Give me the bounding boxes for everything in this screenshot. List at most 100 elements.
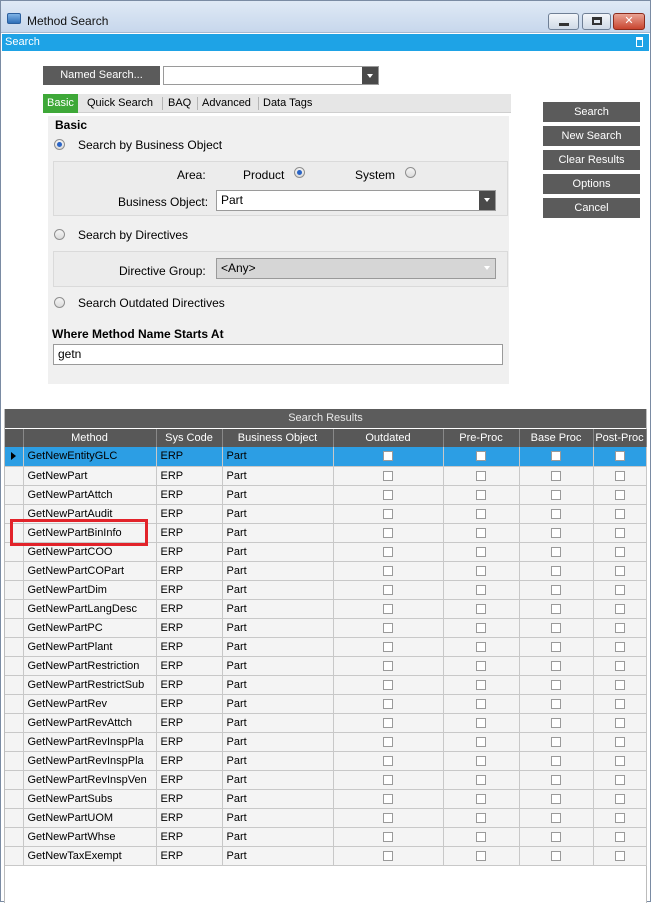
post-proc-checkbox[interactable] [614,774,625,785]
method-cell[interactable]: GetNewPartCOPart [23,561,157,581]
sys-code-cell[interactable]: ERP [156,713,223,733]
sys-code-cell[interactable]: ERP [156,637,223,657]
sys-code-cell[interactable]: ERP [156,542,223,562]
base-proc-checkbox[interactable] [551,565,561,576]
base-proc-checkbox[interactable] [551,489,561,500]
outdated-checkbox[interactable] [383,679,393,690]
sys-code-cell[interactable]: ERP [156,808,223,828]
directive-group-combo[interactable]: <Any> [216,258,496,279]
table-row[interactable]: GetNewPartRestriction ERP Part [5,656,647,676]
method-cell[interactable]: GetNewPartLangDesc [23,599,157,619]
outdated-checkbox[interactable] [383,565,393,576]
column-header-pre-proc[interactable]: Pre-Proc [443,429,520,447]
tab-basic[interactable]: Basic [43,94,78,113]
outdated-checkbox[interactable] [383,470,393,481]
base-proc-checkbox[interactable] [551,660,561,671]
business-object-combo[interactable]: Part [216,190,496,211]
method-cell[interactable]: GetNewPartUOM [23,808,157,828]
sys-code-cell[interactable]: ERP [156,618,223,638]
table-row[interactable]: GetNewPartRestrictSub ERP Part [5,675,647,695]
chevron-down-icon[interactable] [479,259,495,278]
maximize-button[interactable] [582,13,611,30]
outdated-checkbox[interactable] [383,546,393,557]
business-object-cell[interactable]: Part [222,599,334,619]
table-row[interactable]: GetNewPart ERP Part [5,466,647,486]
table-row[interactable]: GetNewPartRevInspPla ERP Part [5,751,647,771]
method-cell[interactable]: GetNewPartRestriction [23,656,157,676]
base-proc-checkbox[interactable] [551,717,561,728]
base-proc-checkbox[interactable] [551,736,561,747]
options-button[interactable]: Options [543,174,640,194]
tab-advanced[interactable]: Advanced [198,94,255,113]
table-row[interactable]: GetNewPartRevInspVen ERP Part [5,770,647,790]
business-object-cell[interactable]: Part [222,770,334,790]
method-cell[interactable]: GetNewPartRestrictSub [23,675,157,695]
post-proc-checkbox[interactable] [614,527,625,538]
outdated-checkbox[interactable] [383,622,393,633]
base-proc-checkbox[interactable] [551,641,561,652]
tab-quick-search[interactable]: Quick Search [83,94,157,113]
area-system-radio[interactable] [405,167,416,178]
business-object-cell[interactable]: Part [222,637,334,657]
pre-proc-checkbox[interactable] [476,527,486,538]
business-object-cell[interactable]: Part [222,523,334,543]
row-selector[interactable] [5,846,24,866]
outdated-checkbox[interactable] [383,660,393,671]
post-proc-checkbox[interactable] [614,793,625,804]
outdated-checkbox[interactable] [383,831,393,842]
post-proc-checkbox[interactable] [614,489,625,500]
post-proc-checkbox[interactable] [614,470,625,481]
minimize-button[interactable] [548,13,579,30]
row-selector[interactable] [5,561,24,581]
post-proc-checkbox[interactable] [614,641,625,652]
column-header-business-object[interactable]: Business Object [222,429,334,447]
tab-data-tags[interactable]: Data Tags [259,94,316,113]
post-proc-checkbox[interactable] [614,546,625,557]
row-selector[interactable] [5,827,24,847]
row-selector[interactable] [5,751,24,771]
row-selector[interactable] [5,637,24,657]
row-selector[interactable] [5,675,24,695]
outdated-checkbox[interactable] [383,584,393,595]
outdated-checkbox[interactable] [383,698,393,709]
sys-code-cell[interactable]: ERP [156,694,223,714]
outdated-checkbox[interactable] [383,850,393,861]
chevron-down-icon[interactable] [362,67,378,84]
tab-baq[interactable]: BAQ [164,94,195,113]
base-proc-checkbox[interactable] [551,508,561,519]
business-object-cell[interactable]: Part [222,466,334,486]
table-row[interactable]: GetNewPartRevAttch ERP Part [5,713,647,733]
business-object-cell[interactable]: Part [222,542,334,562]
pre-proc-checkbox[interactable] [476,603,486,614]
sys-code-cell[interactable]: ERP [156,675,223,695]
method-cell[interactable]: GetNewPartPlant [23,637,157,657]
pre-proc-checkbox[interactable] [476,584,486,595]
business-object-cell[interactable]: Part [222,447,334,467]
sys-code-cell[interactable]: ERP [156,770,223,790]
pre-proc-checkbox[interactable] [476,489,486,500]
post-proc-checkbox[interactable] [614,850,625,861]
outdated-checkbox[interactable] [383,793,393,804]
column-header-outdated[interactable]: Outdated [333,429,444,447]
search-by-directives-radio[interactable] [54,229,65,240]
outdated-checkbox[interactable] [383,451,393,462]
business-object-cell[interactable]: Part [222,485,334,505]
business-object-cell[interactable]: Part [222,751,334,771]
outdated-checkbox[interactable] [383,755,393,766]
post-proc-checkbox[interactable] [614,679,625,690]
pre-proc-checkbox[interactable] [476,660,486,671]
sys-code-cell[interactable]: ERP [156,485,223,505]
table-row[interactable]: GetNewPartSubs ERP Part [5,789,647,809]
method-cell[interactable]: GetNewPartRevAttch [23,713,157,733]
post-proc-checkbox[interactable] [614,717,625,728]
method-cell[interactable]: GetNewPartAttch [23,485,157,505]
base-proc-checkbox[interactable] [551,546,561,557]
base-proc-checkbox[interactable] [551,527,561,538]
business-object-cell[interactable]: Part [222,618,334,638]
method-cell[interactable]: GetNewPartSubs [23,789,157,809]
row-selector[interactable] [5,656,24,676]
outdated-checkbox[interactable] [383,641,393,652]
method-cell[interactable]: GetNewPart [23,466,157,486]
row-selector[interactable] [5,808,24,828]
pre-proc-checkbox[interactable] [476,774,486,785]
